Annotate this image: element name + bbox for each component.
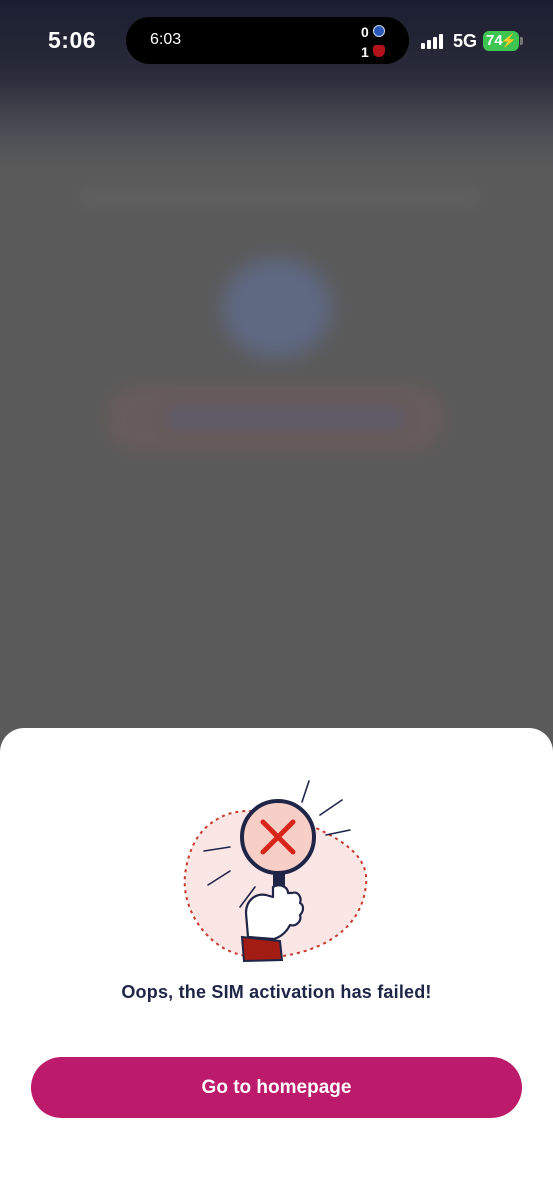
clock: 5:06 <box>48 27 97 53</box>
bolt-icon: ⚡ <box>500 33 517 48</box>
battery-cap <box>520 37 523 45</box>
team-crest-icon <box>373 45 385 57</box>
error-message: Oops, the SIM activation has failed! <box>121 982 432 1002</box>
cellular-signal-icon <box>421 33 447 49</box>
away-score: 1 <box>361 44 369 60</box>
network-type: 5G <box>453 31 478 51</box>
dynamic-island[interactable]: 6:03 0 1 <box>126 17 409 64</box>
blurred-avatar <box>222 258 332 358</box>
live-score: 0 1 <box>361 22 391 62</box>
status-bar: 5:06 6:03 0 1 5G 74 ⚡ <box>0 0 553 80</box>
live-activity-time: 6:03 <box>150 31 182 48</box>
magnifier-error-icon <box>183 780 368 963</box>
blurred-button-label <box>165 405 405 431</box>
home-score: 0 <box>361 24 369 40</box>
battery-icon: 74 ⚡ <box>483 31 519 51</box>
go-to-homepage-button[interactable]: Go to homepage <box>31 1057 522 1118</box>
blurred-content <box>80 190 480 206</box>
chelsea-crest-icon <box>373 25 385 37</box>
